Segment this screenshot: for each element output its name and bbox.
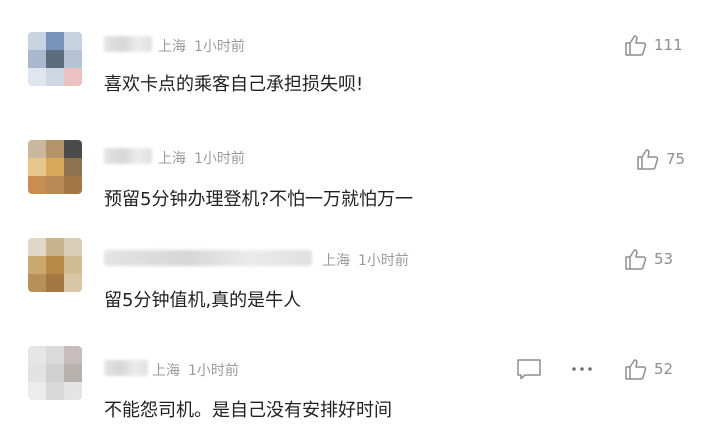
like-button[interactable]: 75	[636, 148, 685, 170]
avatar[interactable]	[28, 238, 82, 292]
comment-meta: 上海 1小时前	[322, 250, 409, 270]
more-button[interactable]	[570, 359, 594, 383]
comment-time: 1小时前	[188, 363, 239, 379]
like-button[interactable]: 52	[624, 358, 673, 380]
comment-text: 留5分钟值机,真的是牛人	[104, 290, 302, 311]
like-count: 53	[654, 250, 674, 268]
comment-time: 1小时前	[358, 253, 409, 269]
comment-meta: 上海 1小时前	[158, 148, 245, 168]
like-button[interactable]: 53	[624, 248, 673, 270]
comment-item: 上海 1小时前 不能怨司机。是自己没有安排好时间 52	[0, 0, 724, 421]
avatar[interactable]	[28, 346, 82, 400]
like-count: 52	[654, 360, 674, 378]
thumbs-up-icon	[625, 359, 647, 380]
avatar[interactable]	[28, 140, 82, 194]
comment-text: 不能怨司机。是自己没有安排好时间	[104, 400, 392, 421]
more-dots-icon	[572, 367, 592, 371]
comment-location: 上海	[322, 253, 350, 269]
thumbs-up-icon	[637, 149, 659, 170]
username-blurred[interactable]	[104, 360, 148, 376]
comment-location: 上海	[152, 363, 180, 379]
like-count: 75	[666, 150, 686, 168]
reply-button[interactable]	[516, 358, 542, 384]
username-blurred[interactable]	[104, 250, 312, 266]
comment-location: 上海	[158, 151, 186, 167]
comment-meta: 上海 1小时前	[152, 360, 239, 380]
thumbs-up-icon	[625, 249, 647, 270]
comment-time: 1小时前	[194, 151, 245, 167]
comment-bubble-icon	[517, 359, 541, 380]
comment-text: 预留5分钟办理登机?不怕一万就怕万一	[104, 189, 414, 210]
username-blurred[interactable]	[104, 148, 152, 164]
